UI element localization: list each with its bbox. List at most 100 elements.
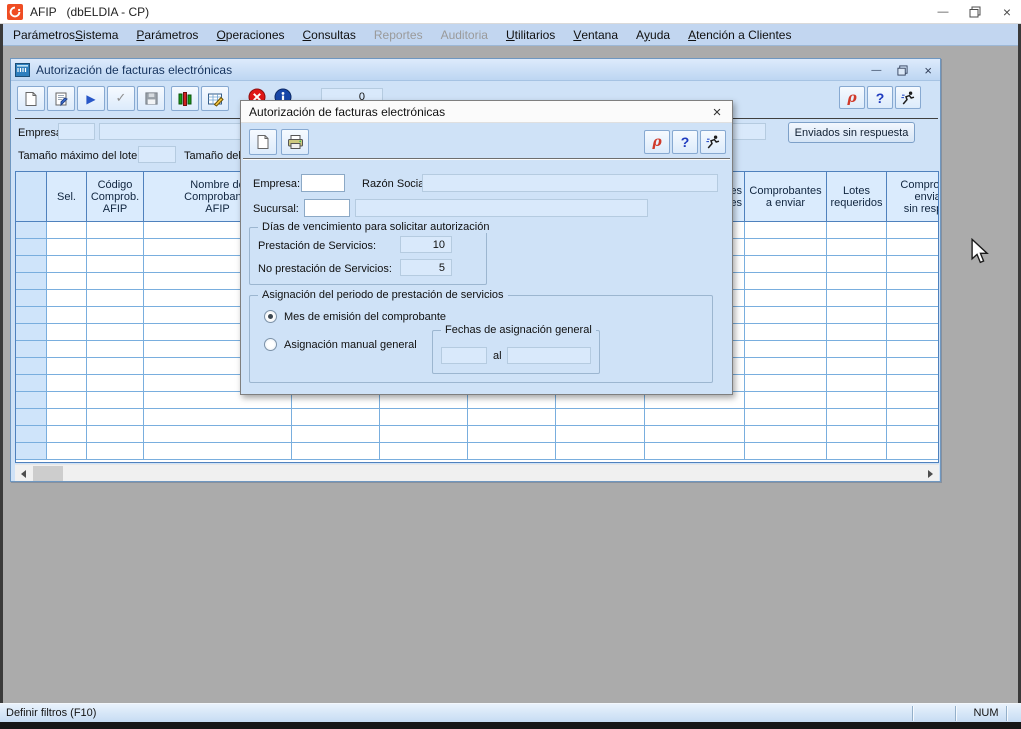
confirm-button[interactable]: ✓ xyxy=(107,86,135,111)
column-header-comprobantes-a-enviar[interactable]: Comprobantes a enviar xyxy=(745,172,827,221)
grid-cell[interactable] xyxy=(827,392,887,409)
row-selector-cell[interactable] xyxy=(16,256,47,273)
grid-cell[interactable] xyxy=(144,443,292,460)
grid-cell[interactable] xyxy=(87,392,144,409)
scroll-right-button[interactable] xyxy=(922,465,939,482)
grid-cell[interactable] xyxy=(292,409,380,426)
grid-cell[interactable] xyxy=(47,307,87,324)
radio-asignacion-manual[interactable]: Asignación manual general xyxy=(264,338,417,351)
menu-item-ventana[interactable]: Ventana xyxy=(564,24,627,45)
grid-cell[interactable] xyxy=(87,256,144,273)
grid-cell[interactable] xyxy=(745,426,827,443)
grid-cell[interactable] xyxy=(827,256,887,273)
dialog-close-button[interactable]: × xyxy=(702,101,732,123)
grid-cell[interactable] xyxy=(87,375,144,392)
grid-cell[interactable] xyxy=(87,222,144,239)
grid-cell[interactable] xyxy=(87,426,144,443)
column-header-sel[interactable]: Sel. xyxy=(47,172,87,221)
grid-cell[interactable] xyxy=(144,409,292,426)
grid-cell[interactable] xyxy=(47,443,87,460)
grid-cell[interactable] xyxy=(47,324,87,341)
column-header-comprobantes-enviados-sin-respuesta[interactable]: Comprobantes enviados sin respuesta xyxy=(887,172,939,221)
grid-cell[interactable] xyxy=(827,341,887,358)
column-header-lotes-requeridos[interactable]: Lotes requeridos xyxy=(827,172,887,221)
grid-cell[interactable] xyxy=(47,341,87,358)
grid-cell[interactable] xyxy=(87,307,144,324)
grid-cell[interactable] xyxy=(87,358,144,375)
grid-cell[interactable] xyxy=(887,392,939,409)
row-selector-cell[interactable] xyxy=(16,392,47,409)
grid-cell[interactable] xyxy=(745,358,827,375)
grid-cell[interactable] xyxy=(87,409,144,426)
grid-cell[interactable] xyxy=(745,239,827,256)
grid-cell[interactable] xyxy=(887,222,939,239)
fecha-desde-field[interactable] xyxy=(441,347,487,364)
grid-cell[interactable] xyxy=(827,222,887,239)
grid-cell[interactable] xyxy=(87,290,144,307)
grid-cell[interactable] xyxy=(87,273,144,290)
grid-cell[interactable] xyxy=(887,341,939,358)
grid-cell[interactable] xyxy=(827,375,887,392)
grid-cell[interactable] xyxy=(887,239,939,256)
empresa-code-field[interactable] xyxy=(58,123,95,140)
grid-hscrollbar[interactable] xyxy=(15,464,939,481)
grid-cell[interactable] xyxy=(745,341,827,358)
grid-cell[interactable] xyxy=(87,239,144,256)
run-button[interactable]: ▶ xyxy=(77,86,105,111)
grid-cell[interactable] xyxy=(47,375,87,392)
grid-cell[interactable] xyxy=(745,392,827,409)
grid-cell[interactable] xyxy=(887,290,939,307)
row-selector-cell[interactable] xyxy=(16,426,47,443)
column-header-codigo-comprob-afip[interactable]: Código Comprob. AFIP xyxy=(87,172,144,221)
grid-cell[interactable] xyxy=(645,409,745,426)
row-selector-cell[interactable] xyxy=(16,324,47,341)
dialog-print-button[interactable] xyxy=(281,129,309,155)
grid-cell[interactable] xyxy=(827,324,887,341)
grid-cell[interactable] xyxy=(745,324,827,341)
grid-cell[interactable] xyxy=(47,239,87,256)
grid-cell[interactable] xyxy=(827,409,887,426)
grid-cell[interactable] xyxy=(827,358,887,375)
grid-cell[interactable] xyxy=(827,290,887,307)
child-titlebar[interactable]: Autorización de facturas electrónicas — … xyxy=(11,59,940,81)
grid-cell[interactable] xyxy=(887,358,939,375)
exit-button[interactable] xyxy=(895,86,921,109)
row-selector-cell[interactable] xyxy=(16,222,47,239)
grid-cell[interactable] xyxy=(887,443,939,460)
prestacion-field[interactable]: 10 xyxy=(400,236,452,253)
properties-button[interactable] xyxy=(47,86,75,111)
grid-cell[interactable] xyxy=(556,443,645,460)
grid-cell[interactable] xyxy=(292,426,380,443)
dialog-help-button[interactable]: ? xyxy=(672,130,698,154)
fecha-hasta-field[interactable] xyxy=(507,347,591,364)
grid-cell[interactable] xyxy=(47,256,87,273)
child-minimize-button[interactable]: — xyxy=(871,65,881,76)
child-close-button[interactable]: × xyxy=(924,63,932,78)
row-selector-cell[interactable] xyxy=(16,341,47,358)
menu-item-consultas[interactable]: Consultas xyxy=(294,24,365,45)
grid-cell[interactable] xyxy=(47,409,87,426)
grid-cell[interactable] xyxy=(887,324,939,341)
radio-mes-emision[interactable]: Mes de emisión del comprobante xyxy=(264,310,446,323)
child-maximize-button[interactable] xyxy=(897,65,908,76)
scrollbar-thumb[interactable] xyxy=(33,466,63,481)
row-selector-cell[interactable] xyxy=(16,358,47,375)
new-button[interactable] xyxy=(17,86,45,111)
grid-cell[interactable] xyxy=(645,426,745,443)
menu-item-atencion-a-clientes[interactable]: Atención a Clientes xyxy=(679,24,800,45)
grid-cell[interactable] xyxy=(468,426,556,443)
grid-cell[interactable] xyxy=(827,273,887,290)
menu-item-ayuda[interactable]: Ayuda xyxy=(627,24,679,45)
row-selector-cell[interactable] xyxy=(16,443,47,460)
grid-edit-button[interactable] xyxy=(201,86,229,111)
row-selector-cell[interactable] xyxy=(16,307,47,324)
grid-cell[interactable] xyxy=(645,443,745,460)
menu-item-parametros[interactable]: Parámetros xyxy=(127,24,207,45)
grid-cell[interactable] xyxy=(887,426,939,443)
grid-cell[interactable] xyxy=(468,409,556,426)
grid-cell[interactable] xyxy=(827,307,887,324)
filter-button[interactable]: ρ xyxy=(839,86,865,109)
maximize-button[interactable] xyxy=(960,0,990,24)
grid-cell[interactable] xyxy=(47,358,87,375)
grid-cell[interactable] xyxy=(556,409,645,426)
